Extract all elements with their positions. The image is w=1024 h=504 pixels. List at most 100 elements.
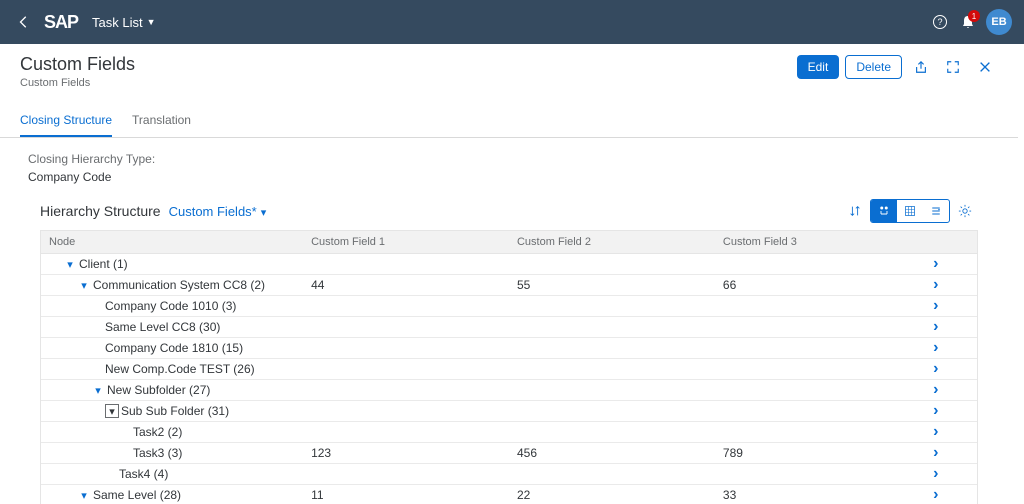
table-row[interactable]: Task4 (4): [41, 464, 977, 485]
node-label: Task4 (4): [119, 467, 168, 481]
expand-icon[interactable]: [105, 404, 119, 418]
expand-icon[interactable]: [63, 257, 77, 271]
field-selector-label: Custom Fields*: [169, 204, 257, 219]
cell-cf2: [509, 431, 715, 433]
view-segmented: [870, 199, 950, 223]
node-label: Task3 (3): [133, 446, 182, 460]
cell-cf2: 55: [509, 277, 715, 293]
table-row[interactable]: Company Code 1810 (15): [41, 338, 977, 359]
cell-cf2: [509, 389, 715, 391]
table-row[interactable]: Sub Sub Folder (31): [41, 401, 977, 422]
cell-cf1: [303, 347, 509, 349]
help-icon[interactable]: ?: [926, 8, 954, 36]
cell-cf3: [715, 326, 921, 328]
cell-cf3: 789: [715, 445, 921, 461]
notification-badge: 1: [968, 10, 980, 22]
table-row[interactable]: New Comp.Code TEST (26): [41, 359, 977, 380]
hierarchy-title: Hierarchy Structure: [40, 203, 161, 219]
cell-cf1: [303, 305, 509, 307]
row-nav-icon[interactable]: [921, 443, 951, 463]
cell-cf1: 11: [303, 487, 509, 503]
expand-icon[interactable]: [91, 383, 105, 397]
chevron-down-icon: ▼: [147, 17, 156, 27]
page-header: Custom Fields Custom Fields Edit Delete: [0, 44, 1018, 93]
row-nav-icon[interactable]: [921, 380, 951, 400]
view-list-button[interactable]: [923, 200, 949, 222]
node-label: Communication System CC8 (2): [93, 278, 265, 292]
app-title-label: Task List: [92, 15, 143, 30]
expand-icon[interactable]: [77, 488, 91, 502]
user-avatar[interactable]: EB: [986, 9, 1012, 35]
table-row[interactable]: Communication System CC8 (2)445566: [41, 275, 977, 296]
sort-icon[interactable]: [842, 198, 868, 224]
delete-button[interactable]: Delete: [845, 55, 902, 79]
node-label: New Comp.Code TEST (26): [105, 362, 255, 376]
cell-cf3: 33: [715, 487, 921, 503]
row-nav-icon[interactable]: [921, 485, 951, 504]
edit-button[interactable]: Edit: [797, 55, 840, 79]
cell-cf3: [715, 263, 921, 265]
col-header-cf3: Custom Field 3: [715, 231, 921, 253]
cell-cf2: 22: [509, 487, 715, 503]
node-label: Company Code 1810 (15): [105, 341, 243, 355]
row-nav-icon[interactable]: [921, 422, 951, 442]
node-label: Task2 (2): [133, 425, 182, 439]
table-row[interactable]: Task2 (2): [41, 422, 977, 443]
cell-cf2: [509, 368, 715, 370]
cell-cf3: [715, 473, 921, 475]
fullscreen-icon[interactable]: [940, 54, 966, 80]
page-subtitle: Custom Fields: [20, 77, 135, 89]
row-nav-icon[interactable]: [921, 338, 951, 358]
node-label: Same Level CC8 (30): [105, 320, 220, 334]
node-label: New Subfolder (27): [107, 383, 210, 397]
app-title-dropdown[interactable]: Task List ▼: [92, 15, 156, 30]
cell-cf2: [509, 347, 715, 349]
row-nav-icon[interactable]: [921, 254, 951, 274]
row-nav-icon[interactable]: [921, 317, 951, 337]
settings-icon[interactable]: [952, 198, 978, 224]
row-nav-icon[interactable]: [921, 275, 951, 295]
notification-icon[interactable]: 1: [954, 8, 982, 36]
view-grid-button[interactable]: [897, 200, 923, 222]
cell-cf1: 123: [303, 445, 509, 461]
row-nav-icon[interactable]: [921, 401, 951, 421]
col-header-cf1: Custom Field 1: [303, 231, 509, 253]
table-row[interactable]: New Subfolder (27): [41, 380, 977, 401]
share-icon[interactable]: [908, 54, 934, 80]
expand-icon[interactable]: [77, 278, 91, 292]
cell-cf1: [303, 389, 509, 391]
table-row[interactable]: Same Level (28) 112233: [41, 485, 977, 504]
tab-closing-structure[interactable]: Closing Structure: [20, 105, 112, 137]
close-icon[interactable]: [972, 54, 998, 80]
cell-cf1: [303, 431, 509, 433]
row-nav-icon[interactable]: [921, 359, 951, 379]
cell-cf2: [509, 410, 715, 412]
hierarchy-type-value: Company Code: [28, 170, 990, 184]
anchor-tabs: Closing Structure Translation: [0, 105, 1018, 138]
page-title: Custom Fields: [20, 54, 135, 75]
cell-cf1: [303, 368, 509, 370]
row-nav-icon[interactable]: [921, 464, 951, 484]
node-label: Same Level (28): [93, 488, 181, 502]
node-label: Company Code 1010 (3): [105, 299, 236, 313]
tab-translation[interactable]: Translation: [132, 105, 191, 137]
table-row[interactable]: Client (1): [41, 254, 977, 275]
cell-cf3: [715, 410, 921, 412]
cell-cf1: [303, 410, 509, 412]
back-button[interactable]: [12, 10, 36, 34]
table-row[interactable]: Task3 (3)123456789: [41, 443, 977, 464]
col-header-node: Node: [41, 231, 303, 253]
view-tree-button[interactable]: [871, 200, 897, 222]
form-section: Closing Hierarchy Type: Company Code: [0, 138, 1018, 190]
chevron-down-icon: [261, 204, 267, 219]
svg-text:?: ?: [937, 17, 942, 27]
cell-cf1: [303, 326, 509, 328]
field-selector[interactable]: Custom Fields*: [169, 204, 267, 219]
cell-cf2: [509, 473, 715, 475]
cell-cf2: [509, 263, 715, 265]
node-label: Sub Sub Folder (31): [121, 404, 229, 418]
table-row[interactable]: Same Level CC8 (30): [41, 317, 977, 338]
row-nav-icon[interactable]: [921, 296, 951, 316]
page-scroll[interactable]: Custom Fields Custom Fields Edit Delete …: [0, 44, 1024, 504]
table-row[interactable]: Company Code 1010 (3): [41, 296, 977, 317]
